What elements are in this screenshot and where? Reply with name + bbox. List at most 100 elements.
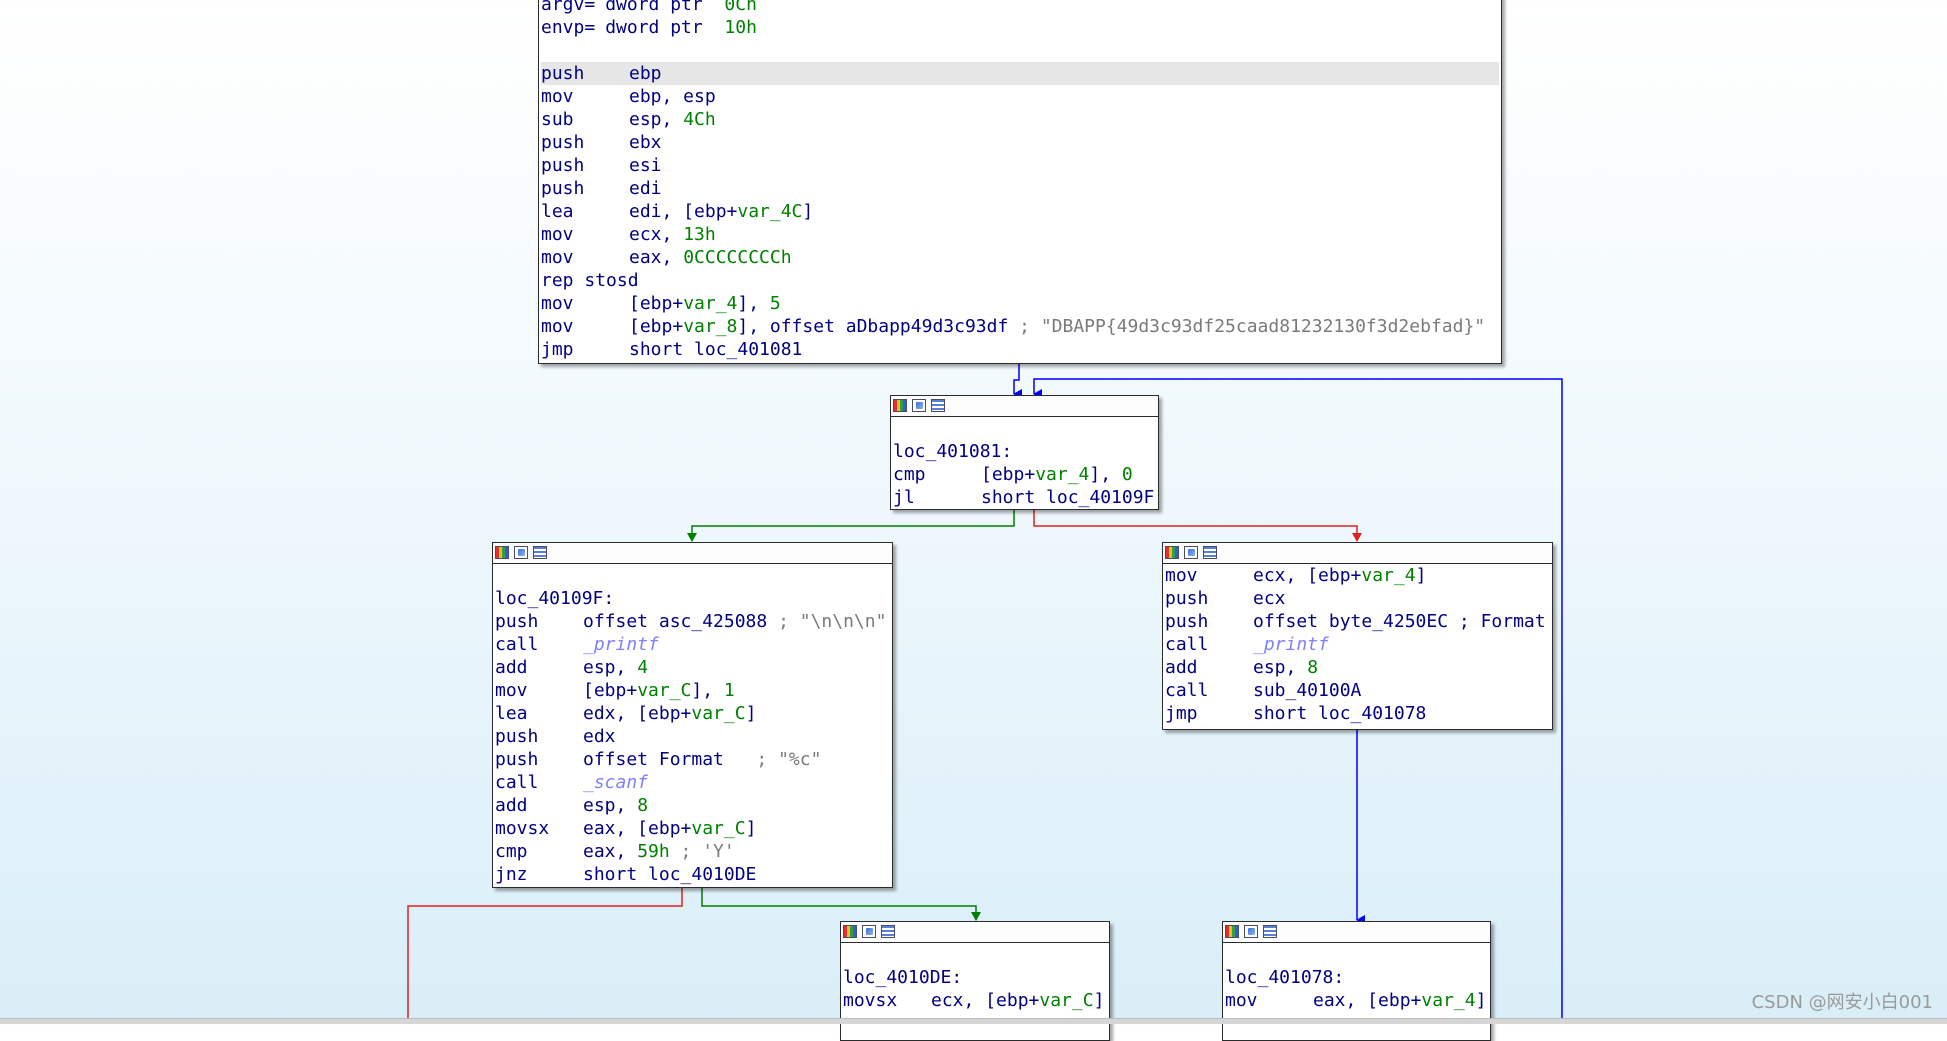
operand-part: edx, [ebp+ <box>583 703 692 724</box>
code-line[interactable]: lea edx, [ebp+var_C] <box>495 702 890 725</box>
operand-part: offset Format <box>583 749 757 770</box>
list-icon[interactable] <box>1263 925 1277 938</box>
code-line[interactable]: call _scanf <box>495 771 890 794</box>
code-block-body[interactable]: mov ecx, [ebp+var_4] push ecx push offset byt… <box>1162 542 1553 730</box>
code-line[interactable]: call sub_40100A <box>1165 679 1550 702</box>
code-line[interactable]: rep stosd <box>541 269 1499 292</box>
code-line[interactable]: mov ecx, [ebp+var_4] <box>1165 564 1550 587</box>
code-block-loc-401081[interactable]: loc_401081: cmp [ebp+var_4], 0 jl short loc_… <box>890 395 1159 510</box>
code-line[interactable]: push ebp <box>541 62 1499 85</box>
code-line[interactable]: push offset byte_4250EC ; Format <box>1165 610 1550 633</box>
code-line[interactable]: movsx eax, [ebp+var_C] <box>495 817 890 840</box>
code-line[interactable]: mov [ebp+var_C], 1 <box>495 679 890 702</box>
code-line[interactable]: add esp, 8 <box>1165 656 1550 679</box>
code-line[interactable]: mov ebp, esp <box>541 85 1499 108</box>
operand-part: esi <box>629 155 662 176</box>
code-line[interactable]: jmp short loc_401081 <box>541 338 1499 361</box>
graph-icon[interactable] <box>1225 925 1239 938</box>
code-line[interactable]: sub esp, 4Ch <box>541 108 1499 131</box>
edit-icon[interactable] <box>1184 546 1198 559</box>
edit-icon[interactable] <box>862 925 876 938</box>
code-line[interactable]: jmp short loc_401078 <box>1165 702 1550 725</box>
code-line[interactable]: push ecx <box>1165 587 1550 610</box>
operand-part: offset asc_425088 <box>583 611 779 632</box>
graph-icon[interactable] <box>843 925 857 938</box>
graph-view-canvas[interactable]: argv= dword ptr 0Ch envp= dword ptr 10h push… <box>0 0 1947 1041</box>
operand-part: ], offset aDbapp49d3c93df <box>737 316 1020 337</box>
code-line[interactable]: cmp eax, 59h ; 'Y' <box>495 840 890 863</box>
graph-icon[interactable] <box>1165 546 1179 559</box>
operand-part: esp, <box>583 657 638 678</box>
code-line[interactable]: mov [ebp+var_4], 5 <box>541 292 1499 315</box>
mnemonic: push <box>541 155 585 176</box>
mnemonic: push <box>1165 588 1209 609</box>
list-icon[interactable] <box>881 925 895 938</box>
mnemonic: cmp <box>495 841 528 862</box>
operand-part: 4Ch <box>683 109 716 130</box>
edit-icon[interactable] <box>912 399 926 412</box>
watermark: CSDN @网安小白001 <box>1751 992 1933 1013</box>
operand-part: 1 <box>723 680 735 701</box>
code-line[interactable]: push esi <box>541 154 1499 177</box>
code-line[interactable]: mov [ebp+var_8], offset aDbapp49d3c93df ;… <box>541 315 1499 338</box>
operand-part: ], <box>737 293 770 314</box>
code-line[interactable]: loc_4010DE: <box>843 966 1107 989</box>
list-icon[interactable] <box>533 546 547 559</box>
code-line[interactable]: envp= dword ptr 10h <box>541 16 1499 39</box>
operand-part: esp, <box>1253 657 1308 678</box>
code-line[interactable]: mov eax, [ebp+var_4] <box>1225 989 1488 1012</box>
code-line[interactable]: cmp [ebp+var_4], 0 <box>893 463 1156 486</box>
graph-icon[interactable] <box>893 399 907 412</box>
graph-icon[interactable] <box>495 546 509 559</box>
mnemonic: call <box>495 634 539 655</box>
edit-icon[interactable] <box>514 546 528 559</box>
code-line[interactable]: jnz short loc_4010DE <box>495 863 890 886</box>
operand-part: var_4 <box>1361 565 1416 586</box>
code-line[interactable] <box>541 39 1499 62</box>
code-label: loc_40109F: <box>495 588 615 609</box>
code-line[interactable] <box>843 943 1107 966</box>
code-line[interactable]: jl short loc_40109F <box>893 486 1156 509</box>
mnemonic: push <box>495 611 539 632</box>
code-line[interactable]: push edx <box>495 725 890 748</box>
code-line[interactable]: loc_401078: <box>1225 966 1488 989</box>
list-icon[interactable] <box>931 399 945 412</box>
code-line[interactable]: add esp, 4 <box>495 656 890 679</box>
mnemonic: mov <box>1165 565 1198 586</box>
operand-part: ] <box>1475 990 1487 1011</box>
status-bar <box>0 1018 1947 1024</box>
mnemonic: push <box>541 132 585 153</box>
code-line[interactable]: call _printf <box>1165 633 1550 656</box>
operand-part: ; "\n\n\n" <box>778 611 887 632</box>
code-line[interactable]: loc_401081: <box>893 440 1156 463</box>
operand-part: var_C <box>691 703 746 724</box>
code-line[interactable] <box>495 564 890 587</box>
code-line[interactable] <box>893 417 1156 440</box>
code-line[interactable]: loc_40109F: <box>495 587 890 610</box>
operand-part: sub_40100A <box>1253 680 1362 701</box>
code-label: loc_401078: <box>1225 967 1345 988</box>
code-line[interactable]: movsx ecx, [ebp+var_C] <box>843 989 1107 1012</box>
operand-part: ecx, [ebp+ <box>931 990 1040 1011</box>
code-line[interactable]: mov eax, 0CCCCCCCCh <box>541 246 1499 269</box>
code-line[interactable] <box>1225 943 1488 966</box>
code-line[interactable]: push edi <box>541 177 1499 200</box>
code-line[interactable]: add esp, 8 <box>495 794 890 817</box>
code-line[interactable]: call _printf <box>495 633 890 656</box>
code-line[interactable]: push offset asc_425088 ; "\n\n\n" <box>495 610 890 633</box>
edge-entry-to-loop <box>1013 364 1022 399</box>
operand-part: ; 'Y' <box>669 841 735 862</box>
mnemonic: call <box>1165 680 1209 701</box>
code-block-loc-40109f[interactable]: loc_40109F: push offset asc_425088 ; "\n\n… <box>492 542 893 888</box>
code-block-entry[interactable]: argv= dword ptr 0Ch envp= dword ptr 10h push… <box>538 0 1502 364</box>
code-line[interactable]: push offset Format ; "%c" <box>495 748 890 771</box>
operand-part: ecx, [ebp+ <box>1253 565 1362 586</box>
mnemonic: jl <box>893 487 915 508</box>
list-icon[interactable] <box>1203 546 1217 559</box>
code-line[interactable]: mov ecx, 13h <box>541 223 1499 246</box>
code-line[interactable]: argv= dword ptr 0Ch <box>541 0 1499 16</box>
edit-icon[interactable] <box>1244 925 1258 938</box>
mnemonic: lea <box>541 201 574 222</box>
code-line[interactable]: push ebx <box>541 131 1499 154</box>
code-line[interactable]: lea edi, [ebp+var_4C] <box>541 200 1499 223</box>
